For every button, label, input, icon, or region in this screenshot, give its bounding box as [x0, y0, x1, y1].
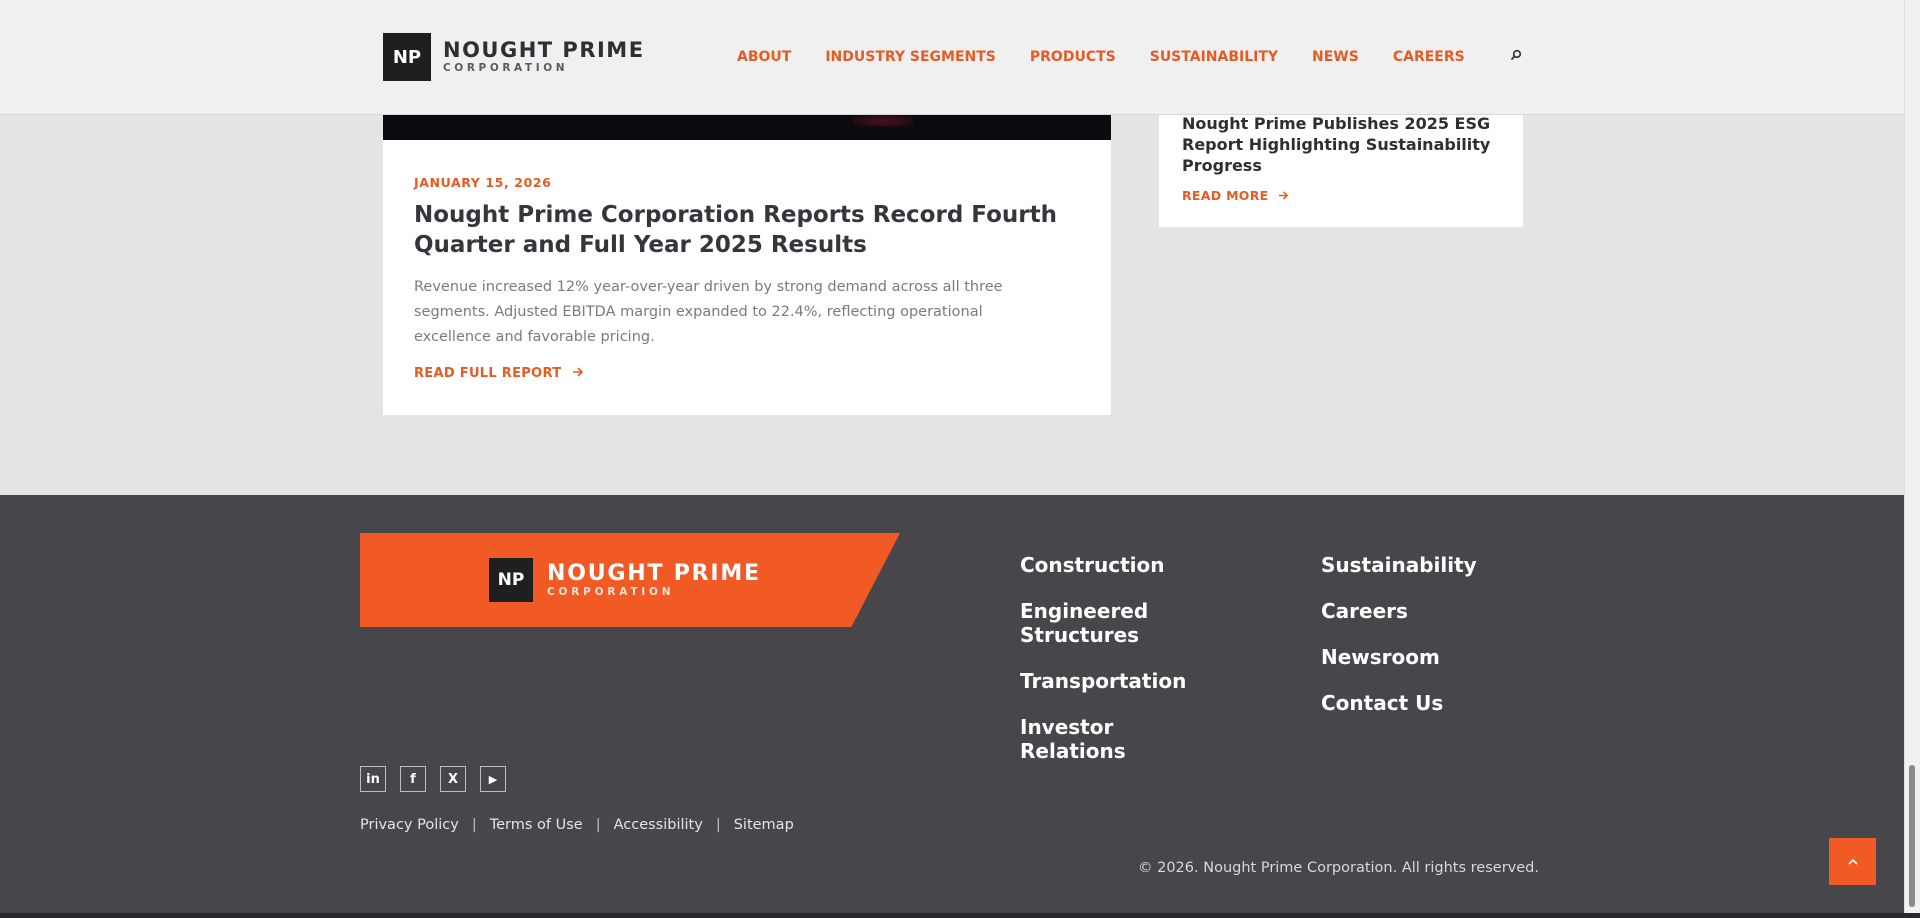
main-nav: ABOUT INDUSTRY SEGMENTS PRODUCTS SUSTAIN… [737, 48, 1499, 66]
social-links: in f X ▶ [360, 766, 520, 792]
legal-separator: | [595, 817, 601, 833]
nav-news[interactable]: NEWS [1312, 48, 1359, 66]
footer-link-sustainability[interactable]: Sustainability [1321, 553, 1521, 577]
featured-news-excerpt: Revenue increased 12% year-over-year dri… [414, 279, 1003, 345]
footer-link-newsroom[interactable]: Newsroom [1321, 645, 1521, 669]
footer-link-engineered-structures[interactable]: Engineered Structures [1020, 599, 1180, 647]
footer-links-column-1: Construction Engineered Structures Trans… [1020, 553, 1220, 785]
nav-products[interactable]: PRODUCTS [1030, 48, 1116, 66]
facebook-icon[interactable]: f [400, 766, 426, 792]
nav-sustainability[interactable]: SUSTAINABILITY [1150, 48, 1278, 66]
terms-of-use-link[interactable]: Terms of Use [490, 817, 583, 833]
arrow-right-icon [1279, 191, 1289, 200]
youtube-icon[interactable]: ▶ [480, 766, 506, 792]
privacy-policy-link[interactable]: Privacy Policy [360, 817, 459, 833]
footer-link-contact-us[interactable]: Contact Us [1321, 691, 1521, 715]
legal-links: Privacy Policy | Terms of Use | Accessib… [360, 817, 794, 833]
read-full-report-label: READ FULL REPORT [414, 366, 562, 381]
footer-link-construction[interactable]: Construction [1020, 553, 1220, 577]
read-more-link[interactable]: READ MORE [1182, 188, 1289, 203]
site-footer [0, 495, 1904, 913]
footer-logo[interactable]: NP NOUGHT PRIME CORPORATION [489, 558, 761, 602]
footer-logo-mark: NP [489, 558, 533, 602]
sitemap-link[interactable]: Sitemap [734, 817, 794, 833]
chevron-up-icon [1847, 858, 1858, 865]
legal-separator: | [715, 817, 721, 833]
scrollbar-thumb[interactable] [1909, 765, 1915, 907]
nav-industry-segments[interactable]: INDUSTRY SEGMENTS [825, 48, 996, 66]
site-header: NP NOUGHT PRIME CORPORATION ABOUT INDUST… [0, 0, 1904, 115]
logo-subtitle: CORPORATION [443, 62, 569, 74]
arrow-right-icon [573, 367, 584, 377]
featured-news-date: JANUARY 15, 2026 [414, 175, 552, 190]
footer-link-careers[interactable]: Careers [1321, 599, 1521, 623]
footer-logo-name: NOUGHT PRIME [547, 560, 761, 586]
legal-separator: | [471, 817, 477, 833]
search-icon[interactable] [1510, 49, 1522, 61]
read-more-label: READ MORE [1182, 188, 1269, 203]
window-bottom-edge [0, 913, 1920, 918]
accessibility-link[interactable]: Accessibility [614, 817, 703, 833]
logo-name: NOUGHT PRIME [443, 38, 645, 62]
footer-link-transportation[interactable]: Transportation [1020, 669, 1220, 693]
footer-logo-subtitle: CORPORATION [547, 585, 675, 598]
copyright-text: © 2026. Nought Prime Corporation. All ri… [1138, 860, 1539, 876]
logo-mark: NP [383, 33, 431, 81]
nav-careers[interactable]: CAREERS [1393, 48, 1465, 66]
nav-about[interactable]: ABOUT [737, 48, 791, 66]
x-twitter-icon[interactable]: X [440, 766, 466, 792]
footer-links-column-2: Sustainability Careers Newsroom Contact … [1321, 553, 1521, 737]
back-to-top-button[interactable] [1829, 838, 1876, 885]
linkedin-icon[interactable]: in [360, 766, 386, 792]
featured-news-image[interactable] [383, 115, 1111, 140]
featured-news-title[interactable]: Nought Prime Corporation Reports Record … [414, 200, 1074, 260]
read-full-report-link[interactable]: READ FULL REPORT [414, 366, 584, 381]
side-news-title[interactable]: Nought Prime Publishes 2025 ESG Report H… [1182, 113, 1492, 176]
footer-link-investor-relations[interactable]: Investor Relations [1020, 715, 1220, 763]
header-logo[interactable]: NP NOUGHT PRIME CORPORATION [383, 33, 645, 81]
